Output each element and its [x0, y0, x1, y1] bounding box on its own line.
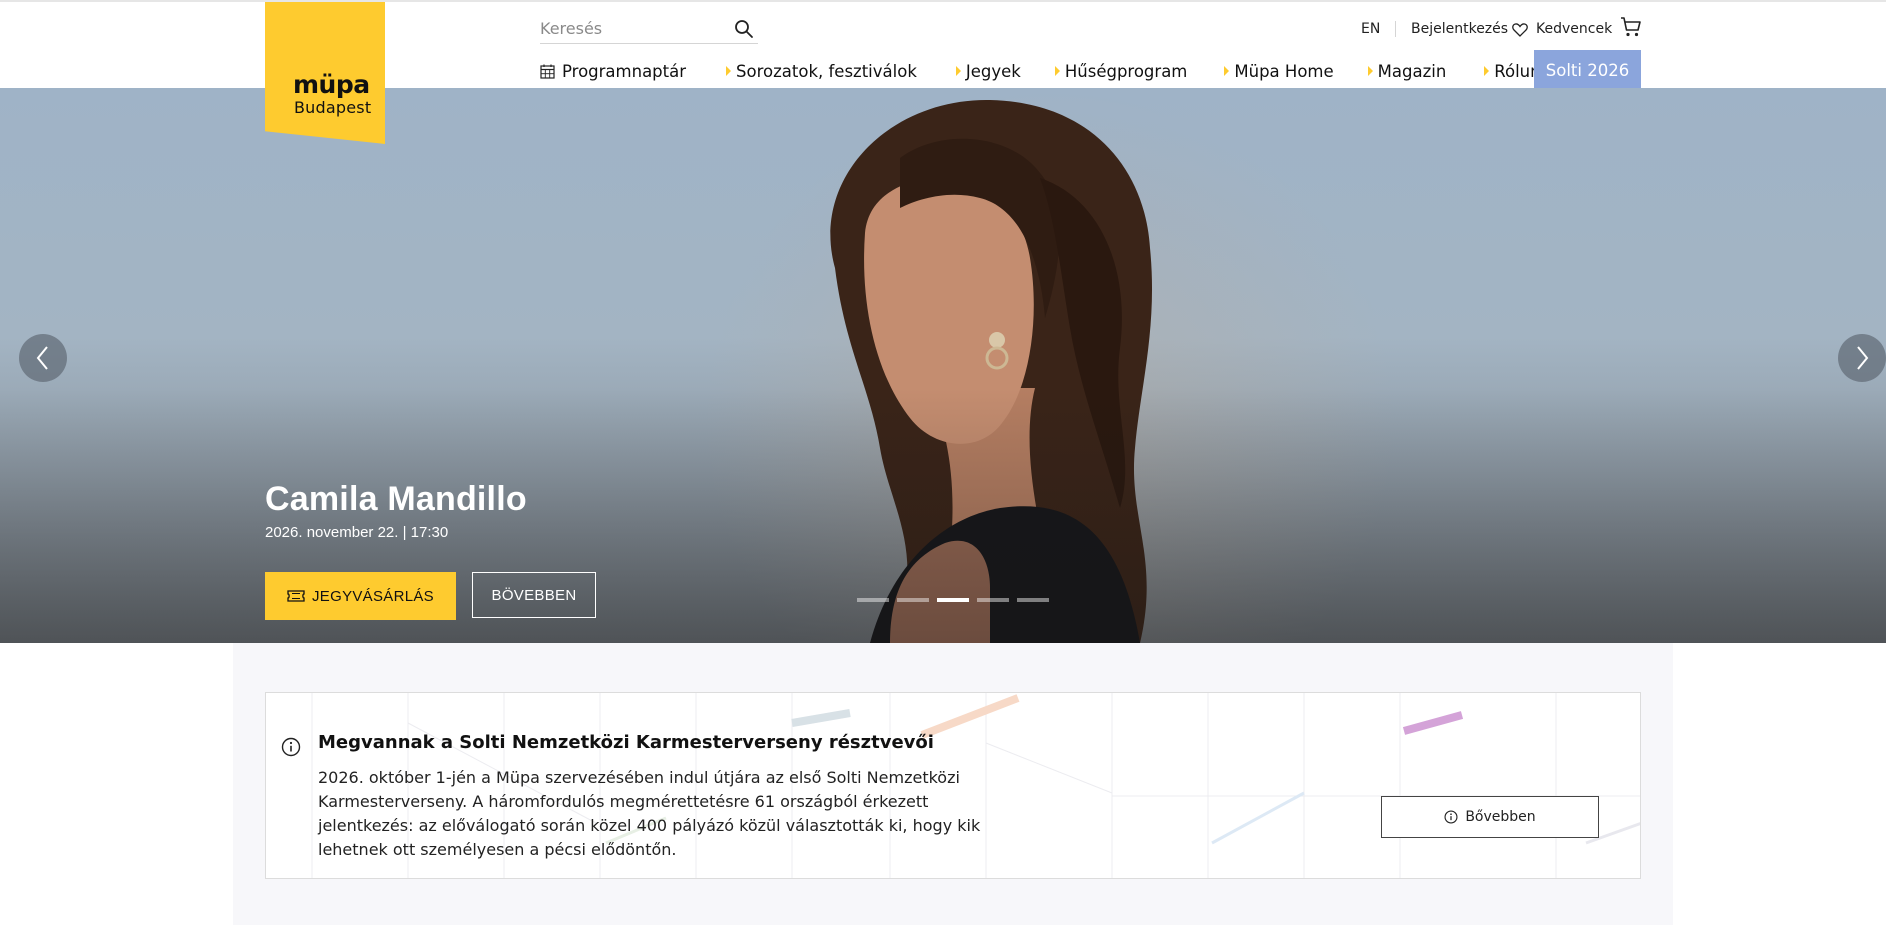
- carousel-indicators: [857, 598, 1057, 602]
- cart-icon: [1621, 17, 1641, 37]
- notice-title: Megvannak a Solti Nemzetközi Karmesterve…: [318, 732, 934, 753]
- notice-card: Megvannak a Solti Nemzetközi Karmesterve…: [265, 692, 1641, 879]
- search-icon[interactable]: [734, 19, 754, 39]
- nav-label: Müpa Home: [1234, 61, 1334, 81]
- hero-date: 2026. november 22. | 17:30: [265, 524, 449, 541]
- nav-label: Programnaptár: [562, 61, 687, 81]
- caret-right-icon: [1224, 66, 1230, 76]
- ticket-purchase-button[interactable]: JEGYVÁSÁRLÁS: [265, 572, 456, 620]
- main-nav: Programnaptár Sorozatok, fesztiválok Jeg…: [540, 52, 1550, 90]
- carousel-dot-1[interactable]: [857, 598, 889, 602]
- ticket-purchase-label: JEGYVÁSÁRLÁS: [312, 587, 434, 605]
- carousel-next-button[interactable]: [1838, 334, 1886, 382]
- favorites-label: Kedvencek: [1536, 21, 1613, 37]
- divider: [1395, 21, 1396, 37]
- logo-city: Budapest: [294, 98, 372, 117]
- caret-right-icon: [1484, 66, 1490, 76]
- favorites-link[interactable]: Kedvencek: [1512, 18, 1612, 40]
- info-icon: [1444, 810, 1458, 824]
- nav-solti-2026[interactable]: Solti 2026: [1534, 50, 1641, 90]
- calendar-icon: [540, 64, 555, 79]
- search-bar: [540, 14, 758, 44]
- carousel-dot-5[interactable]: [1017, 598, 1049, 602]
- caret-right-icon: [1054, 66, 1060, 76]
- ticket-icon: [287, 590, 305, 602]
- carousel-dot-2[interactable]: [897, 598, 929, 602]
- caret-right-icon: [726, 66, 732, 76]
- hero-carousel: Camila Mandillo 2026. november 22. | 17:…: [0, 88, 1886, 643]
- carousel-prev-button[interactable]: [19, 334, 67, 382]
- caret-right-icon: [955, 66, 961, 76]
- nav-magazin[interactable]: Magazin: [1367, 61, 1447, 81]
- nav-label: Hűségprogram: [1064, 61, 1188, 81]
- chevron-right-icon: [1857, 346, 1869, 370]
- cart-button[interactable]: [1620, 16, 1642, 38]
- nav-mupa-home[interactable]: Müpa Home: [1224, 61, 1334, 81]
- caret-right-icon: [1367, 66, 1373, 76]
- nav-label: Sorozatok, fesztiválok: [736, 61, 917, 81]
- more-info-button[interactable]: BÖVEBBEN: [472, 572, 596, 618]
- language-switch[interactable]: EN: [1361, 18, 1380, 40]
- chevron-left-icon: [36, 346, 48, 370]
- nav-jegyek[interactable]: Jegyek: [955, 61, 1021, 81]
- notice-more-button[interactable]: Bővebben: [1381, 796, 1599, 838]
- carousel-dot-3[interactable]: [937, 598, 969, 602]
- nav-label: Magazin: [1377, 61, 1447, 81]
- heart-icon: [1512, 22, 1528, 37]
- carousel-dot-4[interactable]: [977, 598, 1009, 602]
- nav-label: Jegyek: [965, 61, 1021, 81]
- login-link[interactable]: Bejelentkezés: [1411, 18, 1508, 40]
- hero-title: Camila Mandillo: [265, 480, 527, 518]
- logo-wordmark: müpa: [293, 70, 370, 99]
- notice-more-label: Bővebben: [1465, 809, 1536, 825]
- nav-sorozatok[interactable]: Sorozatok, fesztiválok: [726, 62, 917, 81]
- info-icon: [281, 737, 301, 757]
- notice-body: 2026. október 1-jén a Müpa szervezésében…: [318, 768, 981, 859]
- mupa-logo[interactable]: müpa Budapest: [265, 2, 385, 144]
- search-input[interactable]: [540, 14, 730, 42]
- nav-programnaptar[interactable]: Programnaptár: [540, 62, 686, 81]
- nav-husegprogram[interactable]: Hűségprogram: [1054, 61, 1188, 81]
